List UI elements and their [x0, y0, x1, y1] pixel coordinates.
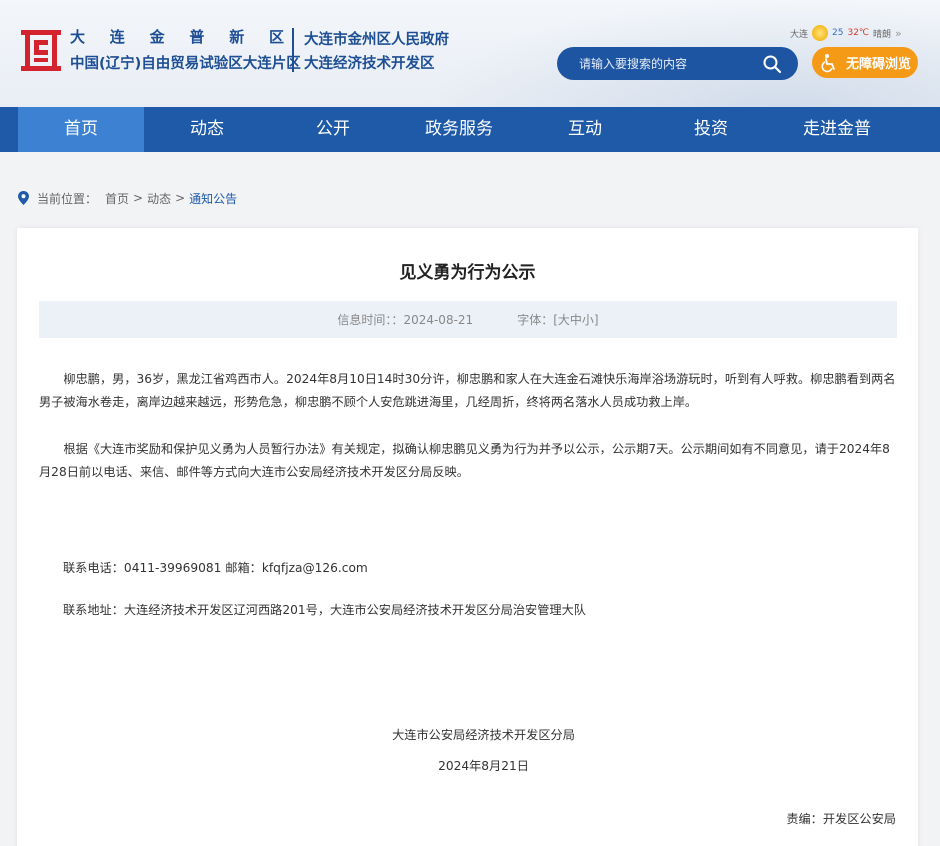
article-meta: 信息时间：：2024-08-21 字体：[大中小]: [39, 301, 897, 338]
nav-item-news[interactable]: 动态: [144, 107, 270, 152]
search-input[interactable]: [579, 56, 759, 71]
sun-icon: [812, 25, 829, 41]
site-name-char: 连: [109, 28, 125, 46]
accessibility-button[interactable]: 无障碍浏览: [812, 47, 918, 78]
nav-item-open[interactable]: 公开: [270, 107, 396, 152]
article-card: 见义勇为行为公示 信息时间：：2024-08-21 字体：[大中小] 柳忠鹏，男…: [17, 228, 918, 846]
double-chevron-right-icon[interactable]: »: [895, 27, 902, 40]
font-size-switcher[interactable]: 字体：[大中小]: [517, 311, 598, 328]
site-name-char: 普: [189, 28, 205, 46]
dev-zone-name: 大连经济技术开发区: [304, 56, 435, 72]
breadcrumb: 当前位置： 首页 > 动态 > 通知公告: [18, 190, 237, 206]
accessibility-label: 无障碍浏览: [846, 57, 912, 72]
info-time-label: 信息时间：：: [337, 313, 404, 327]
site-subtitle: 中国(辽宁)自由贸易试验区大连片区: [70, 56, 301, 72]
jinpu-logo-icon[interactable]: [20, 28, 62, 72]
nav-item-about[interactable]: 走进金普: [774, 107, 900, 152]
breadcrumb-separator: >: [133, 191, 144, 205]
contact-address: 联系地址：大连经济技术开发区辽河西路201号，大连市公安局经济技术开发区分局治安…: [63, 603, 586, 617]
weather-high: 32℃: [847, 28, 870, 38]
site-name: 大 连 金 普 新 区: [70, 26, 284, 48]
weather-city: 大连: [790, 29, 809, 40]
search-icon[interactable]: [762, 54, 782, 74]
breadcrumb-separator: >: [175, 191, 186, 205]
nav-item-home[interactable]: 首页: [18, 107, 144, 152]
title-divider: [292, 28, 294, 72]
breadcrumb-home[interactable]: 首页: [105, 190, 129, 207]
signature-date: 2024年8月21日: [438, 759, 529, 773]
signature-org: 大连市公安局经济技术开发区分局: [392, 728, 575, 742]
article-title: 见义勇为行为公示: [399, 263, 536, 283]
article-editor: 责编：开发区公安局: [786, 812, 896, 826]
site-name-char: 区: [268, 28, 284, 46]
breadcrumb-notices[interactable]: 通知公告: [189, 190, 237, 207]
contact-phone-email: 联系电话：0411-39969081 邮箱：kfqfjza@126.com: [63, 561, 368, 575]
weather-low: 25: [832, 28, 844, 38]
nav-item-services[interactable]: 政务服务: [396, 107, 522, 152]
gov-name: 大连市金州区人民政府: [304, 32, 449, 48]
search-bar: [557, 47, 798, 80]
nav-item-interaction[interactable]: 互动: [522, 107, 648, 152]
site-name-char: 新: [229, 28, 245, 46]
site-header: 大 连 金 普 新 区 中国(辽宁)自由贸易试验区大连片区 大连市金州区人民政府…: [0, 0, 940, 107]
nav-item-invest[interactable]: 投资: [648, 107, 774, 152]
article-paragraph: 柳忠鹏，男，36岁，黑龙江省鸡西市人。2024年8月10日14时30分许，柳忠鹏…: [39, 372, 896, 409]
wheelchair-icon: [821, 53, 835, 72]
breadcrumb-prefix: 当前位置：: [37, 191, 98, 206]
breadcrumb-news[interactable]: 动态: [147, 190, 171, 207]
weather-condition: 晴朗: [873, 29, 892, 40]
info-time: 信息时间：：2024-08-21: [337, 311, 473, 328]
site-name-char: 大: [70, 28, 86, 46]
info-time-value: 2024-08-21: [403, 313, 474, 327]
site-name-char: 金: [149, 28, 165, 46]
article-paragraph: 根据《大连市奖励和保护见义勇为人员暂行办法》有关规定，拟确认柳忠鹏见义勇为行为并…: [39, 442, 890, 479]
main-nav: 首页 动态 公开 政务服务 互动 投资 走进金普: [0, 107, 940, 152]
location-pin-icon: [18, 191, 29, 205]
weather-widget[interactable]: 大连 25 32℃ 晴朗 »: [790, 24, 902, 42]
